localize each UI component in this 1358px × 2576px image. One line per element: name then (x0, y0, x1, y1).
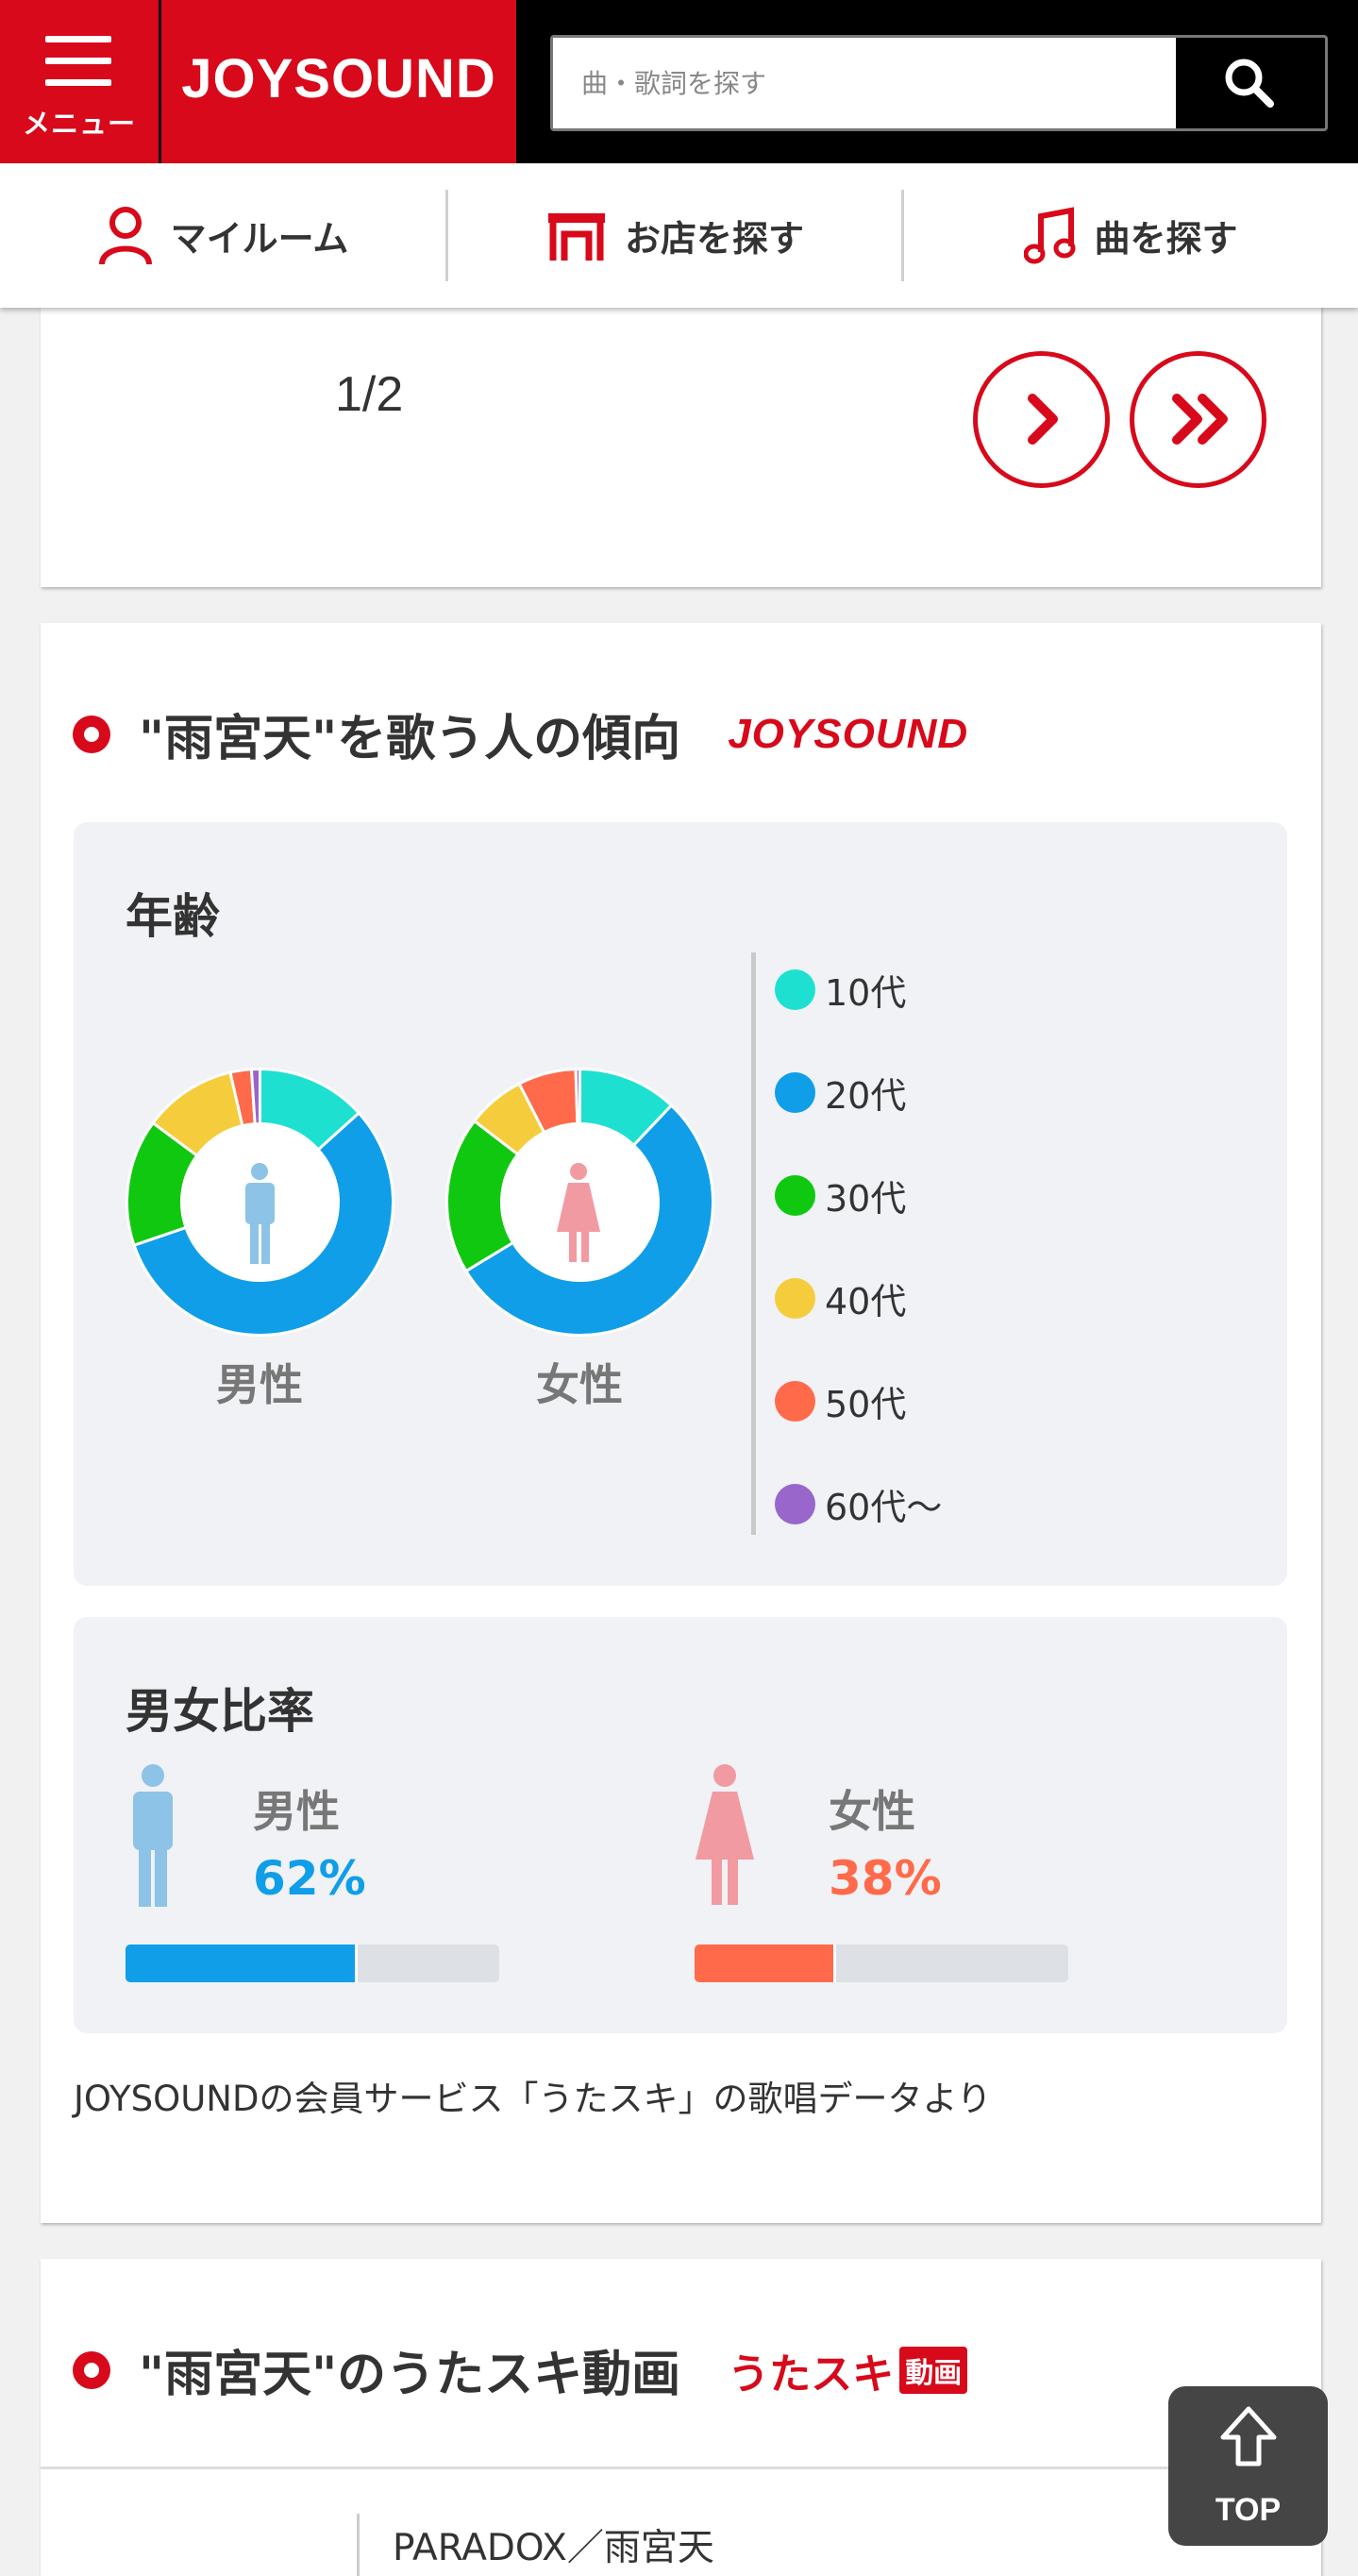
legend-item: 30代 (775, 1170, 906, 1221)
legend-label: 10代 (825, 972, 907, 1014)
legend-item: 10代 (775, 964, 906, 1016)
male-figure-icon (133, 1764, 173, 1907)
legend-dot (775, 1175, 815, 1216)
arrow-up-icon (1220, 2406, 1277, 2467)
age-title: 年齢 (126, 889, 220, 944)
legend-label: 60代〜 (825, 1487, 943, 1528)
video-thumb-divider (357, 2514, 360, 2576)
legend-label: 20代 (825, 1075, 907, 1117)
male-ratio-label: 男性 (253, 1786, 340, 1837)
legend-label: 40代 (825, 1281, 907, 1322)
legend-dot (775, 1484, 815, 1524)
male-ratio-bar-fill (126, 1945, 358, 1982)
female-ratio-label: 女性 (829, 1786, 915, 1837)
chevron-right-icon (1028, 394, 1058, 445)
gender-ratio-panel: 男女比率 男性 62% 女性 38% (74, 1617, 1287, 2033)
ratio-title: 男女比率 (126, 1684, 314, 1739)
bullet-icon (73, 2350, 110, 2389)
male-ratio-value: 62% (253, 1851, 366, 1906)
source-note: JOYSOUNDの会員サービス「うたスキ」の歌唱データより (74, 2079, 992, 2119)
legend-item: 50代 (775, 1375, 906, 1427)
legend-item: 60代〜 (775, 1478, 942, 1530)
legend-dot (775, 1381, 815, 1422)
female-ratio-bar-fill (695, 1945, 837, 1982)
menu-label: メニュー (22, 108, 136, 140)
joysound-logo: JOYSOUND (181, 48, 496, 109)
logo-link[interactable]: JOYSOUND (161, 0, 516, 163)
video-section-title: "雨宮天"のうたスキ動画 うたスキ 動画 (73, 2334, 968, 2405)
nav-my-room-label: マイルーム (170, 218, 349, 260)
legend-item: 40代 (775, 1272, 906, 1324)
double-chevron-right-icon (1172, 394, 1228, 445)
legend-label: 30代 (825, 1178, 907, 1220)
female-ratio-value: 38% (829, 1851, 942, 1906)
page-indicator: 1/2 (335, 367, 404, 422)
header: メニュー JOYSOUND (0, 0, 1358, 163)
back-to-top-button[interactable]: TOP (1168, 2386, 1328, 2546)
top-label: TOP (1215, 2492, 1282, 2528)
bullet-icon (73, 715, 110, 753)
legend-label: 50代 (825, 1384, 907, 1425)
trend-card: "雨宮天"を歌う人の傾向 JOYSOUND 年齢 男性 女性 10代 20代 3… (41, 623, 1321, 2223)
utasuki-douga-logo: うたスキ 動画 (728, 2340, 968, 2400)
last-page-button[interactable] (1130, 351, 1266, 488)
search-input[interactable] (553, 38, 1176, 128)
shop-icon (547, 212, 605, 261)
nav-find-song-label: 曲を探す (1094, 218, 1238, 260)
age-panel: 年齢 男性 女性 10代 20代 30代 40代 50代 60代〜 (74, 822, 1287, 1586)
nav-my-room[interactable]: マイルーム (0, 163, 445, 308)
nav-find-song[interactable]: 曲を探す (904, 163, 1358, 308)
search-icon (1225, 59, 1274, 108)
trend-section-title: "雨宮天"を歌う人の傾向 JOYSOUND (73, 699, 968, 769)
search-button[interactable] (1176, 38, 1325, 128)
male-donut-label: 男性 (216, 1359, 303, 1410)
video-item-title[interactable]: PARADOX／雨宮天 (393, 2518, 714, 2571)
person-icon (98, 206, 152, 265)
female-donut-label: 女性 (536, 1359, 623, 1410)
legend-item: 20代 (775, 1067, 906, 1119)
nav-find-shop-label: お店を探す (624, 218, 804, 260)
legend-dot (775, 1278, 815, 1319)
search-box (550, 35, 1328, 131)
female-figure-icon (557, 1163, 600, 1262)
female-figure-icon (696, 1764, 754, 1905)
hamburger-icon (45, 36, 111, 101)
pager-card: 1/2 (41, 283, 1321, 587)
female-ratio-bar (695, 1945, 1068, 1982)
music-note-icon (1024, 206, 1076, 263)
video-list-divider (41, 2467, 1321, 2469)
male-figure-icon (245, 1163, 275, 1264)
nav-find-shop[interactable]: お店を探す (448, 163, 901, 308)
legend-dot (775, 1072, 815, 1113)
trend-title: "雨宮天"を歌う人の傾向 (139, 711, 681, 767)
next-page-button[interactable] (973, 351, 1110, 488)
menu-button[interactable]: メニュー (0, 0, 159, 163)
douga-badge: 動画 (899, 2346, 968, 2394)
utasuki-logo-text: うたスキ (728, 2349, 895, 2399)
legend-dot (775, 969, 815, 1010)
age-legend: 10代 20代 30代 40代 50代 60代〜 (751, 952, 1129, 1535)
sub-navigation: マイルーム お店を探す 曲を探す (0, 163, 1358, 308)
joysound-small-logo: JOYSOUND (728, 710, 969, 757)
video-title: "雨宮天"のうたスキ動画 (139, 2347, 681, 2403)
male-ratio-bar (126, 1945, 499, 1982)
donut-slice-60代〜 (574, 1068, 581, 1126)
